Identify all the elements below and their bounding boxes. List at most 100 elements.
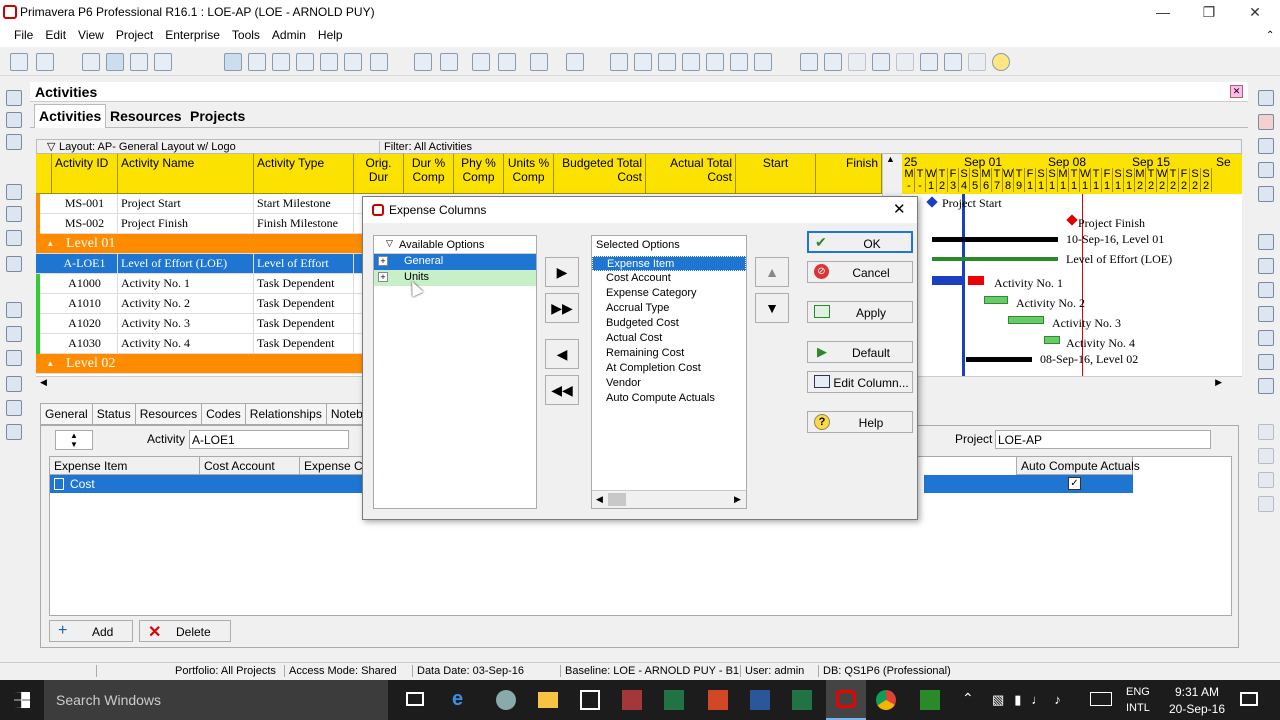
selected-option-item[interactable]: Auto Compute Actuals <box>592 391 746 406</box>
col-header-cost-account[interactable]: Cost Account <box>200 457 300 475</box>
filter-label[interactable]: Filter: All Activities <box>379 141 472 153</box>
file-explorer-icon[interactable] <box>538 692 558 708</box>
selected-list-hscroll[interactable]: ◀ ▶ <box>592 490 746 508</box>
assign-step-icon[interactable] <box>1258 354 1274 370</box>
sidebar-icon-1[interactable] <box>6 90 22 106</box>
gantt-icon[interactable] <box>106 53 124 71</box>
sidebar-icon-2[interactable] <box>6 112 22 128</box>
menu-enterprise[interactable]: Enterprise <box>159 25 226 42</box>
layout-icon-6[interactable] <box>370 53 388 71</box>
assign-doc-icon[interactable] <box>1258 378 1274 394</box>
zoom-fit-icon[interactable] <box>848 53 866 71</box>
help-icon[interactable] <box>992 53 1010 71</box>
restore-button[interactable]: ❐ <box>1186 2 1232 22</box>
edge-icon[interactable]: e <box>452 688 463 711</box>
layout-dropdown-icon[interactable]: ▽ <box>47 140 55 153</box>
copy-icon[interactable] <box>1258 162 1274 178</box>
cancel-button[interactable]: ⊘ Cancel <box>807 261 913 283</box>
dialog-close-button[interactable]: ✕ <box>893 200 906 218</box>
chrome-icon[interactable] <box>876 690 896 710</box>
sidebar-icon-3[interactable] <box>6 134 22 150</box>
sidebar-icon-7[interactable] <box>6 256 22 272</box>
col-header-units-comp[interactable]: Units % Comp <box>504 154 554 194</box>
assign-code-icon[interactable] <box>1258 282 1274 298</box>
col-header-actual-cost[interactable]: Actual Total Cost <box>646 154 736 194</box>
store-icon[interactable] <box>580 690 600 710</box>
selected-option-item[interactable]: Actual Cost <box>592 331 746 346</box>
print-preview-icon[interactable] <box>36 53 54 71</box>
selected-option-item[interactable]: Accrual Type <box>592 301 746 316</box>
gantt-horizontal-scrollbar[interactable]: ▶ <box>902 376 1242 390</box>
zoom-out-icon[interactable] <box>824 53 842 71</box>
col-header-start[interactable]: Start <box>736 154 816 194</box>
sidebar-icon-4[interactable] <box>6 184 22 200</box>
expand-icon[interactable] <box>896 53 914 71</box>
move-down-icon[interactable] <box>1258 448 1274 464</box>
menu-edit[interactable]: Edit <box>39 25 72 42</box>
assign-successor-icon[interactable] <box>1258 330 1274 346</box>
selected-option-item[interactable]: Expense Category <box>592 286 746 301</box>
move-up-button[interactable]: ▲ <box>755 257 789 287</box>
move-right-icon[interactable] <box>1258 496 1274 512</box>
network-icon[interactable] <box>130 53 148 71</box>
excel-icon[interactable] <box>664 690 684 710</box>
columns-icon[interactable] <box>440 53 458 71</box>
add-all-columns-button[interactable]: ▶▶ <box>545 293 579 323</box>
menu-view[interactable]: View <box>72 25 110 42</box>
menu-collapse-icon[interactable]: ⌃ <box>1266 30 1274 41</box>
hash-icon[interactable] <box>566 53 584 71</box>
sidebar-icon-13[interactable] <box>6 424 22 440</box>
add-button[interactable]: + Add <box>49 620 133 642</box>
activity-field[interactable]: A-LOE1 <box>189 430 349 449</box>
notification-icon[interactable] <box>1240 692 1258 706</box>
delete-button[interactable]: ✕ Delete <box>139 620 231 642</box>
tab-relationships[interactable]: Relationships <box>244 403 327 425</box>
selected-options-list[interactable]: Selected Options Expense Item Cost Accou… <box>591 235 747 509</box>
tab-codes[interactable]: Codes <box>201 403 246 425</box>
remove-all-columns-button[interactable]: ◀◀ <box>545 375 579 405</box>
assign-icon[interactable] <box>730 53 748 71</box>
app-c-icon[interactable] <box>920 690 940 710</box>
panes-icon[interactable] <box>920 53 938 71</box>
col-header-phy-comp[interactable]: Phy % Comp <box>454 154 504 194</box>
windows-start-icon[interactable] <box>14 692 30 708</box>
default-button[interactable]: ▶ Default <box>807 341 913 363</box>
assign-predecessor-icon[interactable] <box>1258 306 1274 322</box>
expand-plus-icon[interactable]: + <box>378 272 388 282</box>
layout-icon-3[interactable] <box>296 53 314 71</box>
table-row-selected-right[interactable]: ✓ <box>924 475 1133 493</box>
layout-icon-5[interactable] <box>344 53 362 71</box>
scroll-left-icon[interactable]: ◀ <box>596 494 603 505</box>
search-box[interactable]: Search Windows <box>44 680 388 720</box>
selected-option-item[interactable]: Remaining Cost <box>592 346 746 361</box>
layout-icon-4[interactable] <box>320 53 338 71</box>
layout-label[interactable]: Layout: AP- General Layout w/ Logo <box>59 141 236 153</box>
selected-option-item[interactable]: Cost Account <box>592 271 746 286</box>
col-header-activity-id[interactable]: Activity ID <box>52 154 118 194</box>
layout-icon-1[interactable] <box>248 53 266 71</box>
col-header-expense-category[interactable]: Expense Cat <box>300 457 364 475</box>
add-activity-icon[interactable] <box>1258 90 1274 106</box>
tray-icons[interactable]: ▧▮♩♪ <box>992 692 1071 708</box>
sidebar-icon-11[interactable] <box>6 376 22 392</box>
sidebar-icon-9[interactable] <box>6 326 22 342</box>
minimize-button[interactable]: — <box>1140 2 1186 22</box>
expand-plus-icon[interactable]: + <box>378 256 388 266</box>
tray-up-icon[interactable]: ⌃ <box>962 690 974 707</box>
keyboard-icon[interactable] <box>1090 692 1112 706</box>
settings-icon[interactable] <box>968 53 986 71</box>
excel-icon-2[interactable] <box>792 690 812 710</box>
edit-column-button[interactable]: Edit Column... <box>807 371 913 393</box>
link-icon[interactable] <box>706 53 724 71</box>
sidebar-icon-6[interactable] <box>6 230 22 246</box>
col-header-dur-comp[interactable]: Dur % Comp <box>404 154 454 194</box>
menu-file[interactable]: File <box>8 25 39 42</box>
available-item-units[interactable]: + Units <box>374 270 536 286</box>
close-panel-button[interactable]: ✕ <box>1230 85 1243 98</box>
delete-activity-icon[interactable] <box>1258 114 1274 130</box>
auto-compute-checkbox[interactable]: ✓ <box>1068 477 1081 490</box>
remove-column-button[interactable]: ◀ <box>545 339 579 369</box>
table-view-icon[interactable] <box>610 53 628 71</box>
col-header-budgeted-cost[interactable]: Budgeted Total Cost <box>554 154 646 194</box>
project-field[interactable]: LOE-AP <box>995 430 1211 449</box>
